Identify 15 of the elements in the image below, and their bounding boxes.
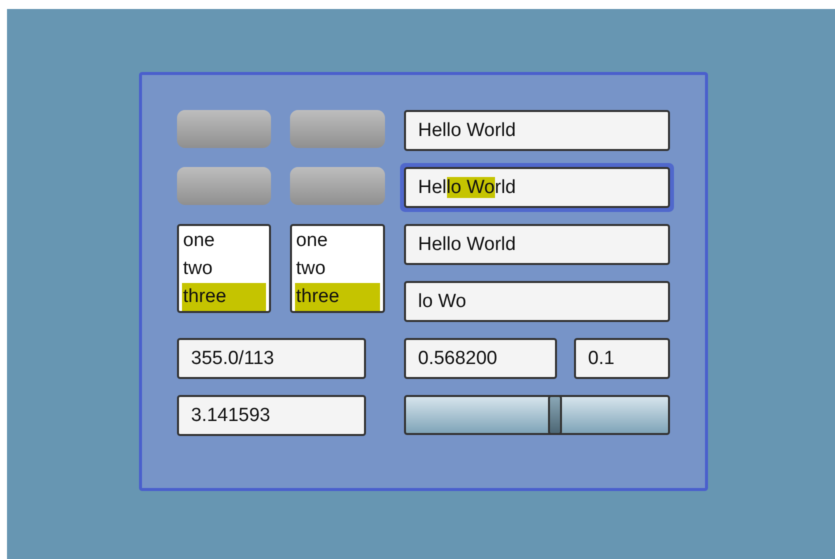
button[interactable] (290, 167, 385, 205)
list-item[interactable]: three (295, 283, 380, 311)
list-item[interactable]: three (182, 283, 266, 311)
slider-track[interactable] (404, 395, 670, 435)
list-item[interactable]: one (295, 227, 380, 255)
list-item[interactable]: one (182, 227, 266, 255)
text-field[interactable]: Hello World (400, 163, 674, 212)
list-box[interactable]: one two three (177, 224, 271, 313)
list-box[interactable]: one two three (290, 224, 385, 313)
button[interactable] (177, 167, 271, 205)
list-item[interactable]: two (295, 255, 380, 283)
slider-thumb[interactable] (548, 395, 562, 435)
button[interactable] (177, 110, 271, 148)
button[interactable] (290, 110, 385, 148)
list-item[interactable]: two (182, 255, 266, 283)
